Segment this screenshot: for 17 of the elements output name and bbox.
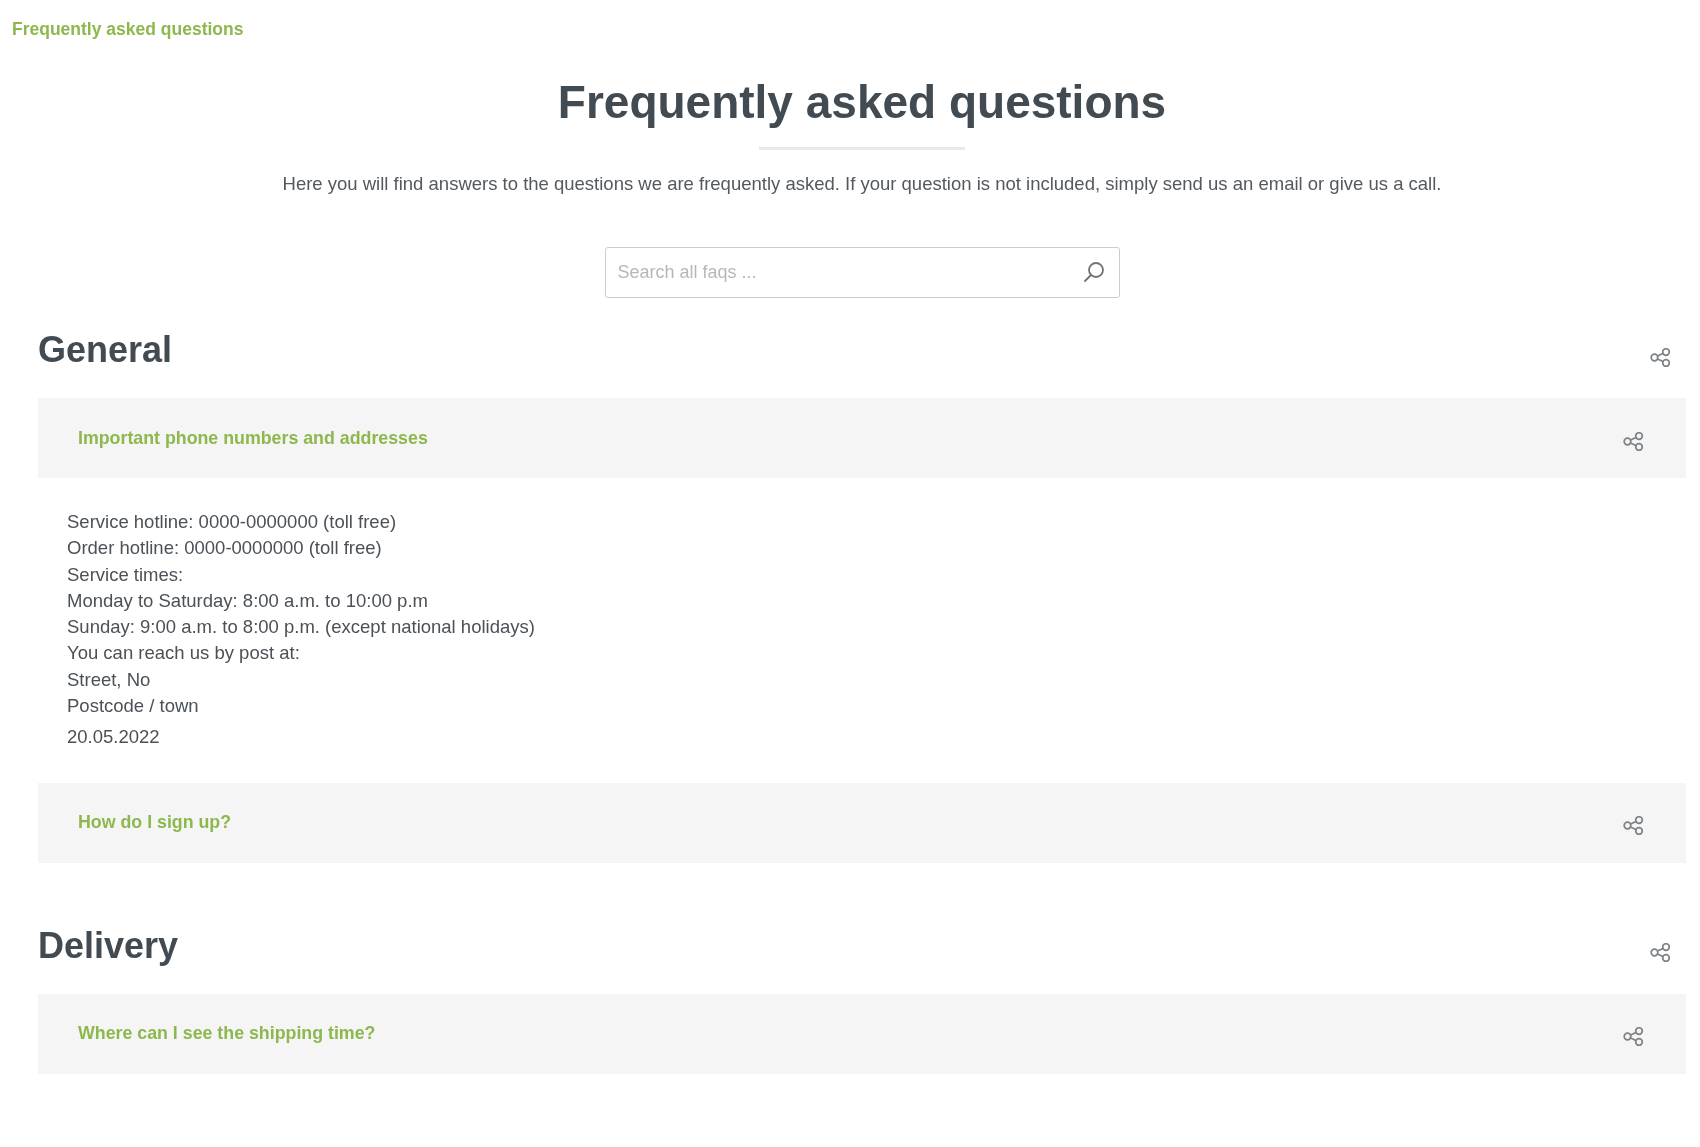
share-icon[interactable] — [1650, 347, 1671, 367]
page-title: Frequently asked questions — [557, 75, 1167, 130]
question-header[interactable]: How do I sign up? — [38, 782, 1686, 863]
question-header[interactable]: Important phone numbers and addresses — [38, 398, 1686, 478]
share-icon[interactable] — [1650, 943, 1671, 963]
answer-text: Service hotline: 0000-0000000 (toll free) Order hotline: 0000-0000000 (toll free) Service times: Monday to Saturday: 8:00 a.m. to 10:00 p.m Sunday: 9:00 a.m. to 8:00 p.m. (except national holidays) You can reach us by post at: Street, No Postcode / town — [67, 510, 535, 719]
section-heading: General — [38, 330, 173, 370]
intro-text: Here you will find answers to the questions we are frequently asked. If your question is not included, simply send us an email or give us a call. — [282, 172, 1442, 196]
share-icon[interactable] — [1623, 816, 1644, 836]
breadcrumb-link[interactable]: Frequently asked questions — [12, 19, 244, 39]
answer-date: 20.05.2022 — [67, 725, 160, 750]
section-heading: Delivery — [38, 925, 179, 966]
search-field[interactable]: Search all faqs ... — [604, 247, 1120, 298]
share-icon[interactable] — [1623, 1027, 1644, 1047]
search-icon[interactable] — [1081, 260, 1106, 284]
question-header[interactable]: Where can I see the shipping time? — [38, 993, 1686, 1074]
share-icon[interactable] — [1623, 431, 1644, 451]
